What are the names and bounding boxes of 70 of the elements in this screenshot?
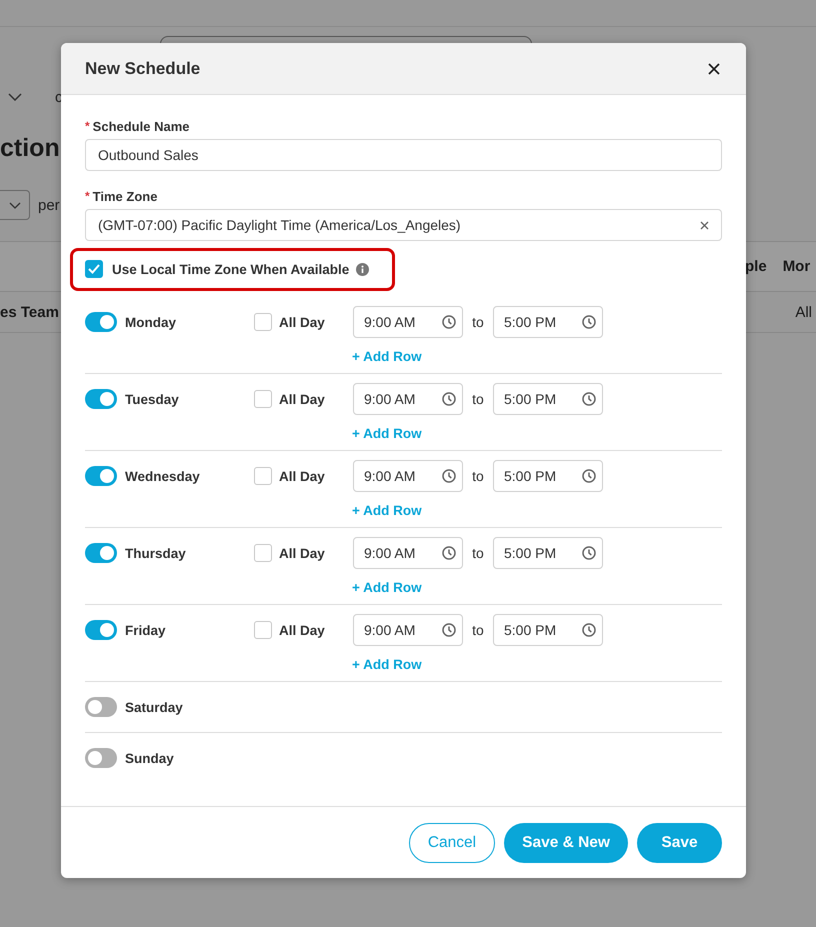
filter-text: per: [38, 196, 60, 214]
time-field[interactable]: 9:00 AM: [353, 537, 463, 569]
toggle-switch[interactable]: [85, 466, 117, 486]
checkbox[interactable]: [254, 467, 272, 485]
separator-text: to: [471, 391, 485, 407]
column-header: ple: [745, 258, 767, 275]
toggle-switch[interactable]: [85, 620, 117, 640]
checkbox[interactable]: [85, 260, 103, 278]
clock-icon: [442, 469, 456, 483]
checkbox-label: Use Local Time Zone When Available: [112, 262, 350, 276]
column-header: Mor: [782, 258, 810, 275]
separator-text: to: [471, 622, 485, 638]
time-field[interactable]: 5:00 PM: [493, 537, 603, 569]
time-field[interactable]: 9:00 AM: [353, 614, 463, 646]
toggle-switch[interactable]: [85, 697, 117, 717]
checkbox[interactable]: [254, 390, 272, 408]
separator-text: to: [471, 468, 485, 484]
clock-icon: [582, 315, 596, 329]
clock-icon: [442, 546, 456, 560]
checkbox-label: All Day: [279, 546, 326, 560]
field-label: Schedule Name: [92, 118, 190, 134]
toggle-switch[interactable]: [85, 748, 117, 768]
clock-icon: [442, 315, 456, 329]
info-icon[interactable]: [356, 262, 370, 276]
checkbox-label: All Day: [279, 468, 326, 484]
chevron-down-icon[interactable]: [8, 93, 22, 101]
day-label: Friday: [125, 622, 167, 638]
clock-icon: [582, 546, 596, 560]
time-field[interactable]: 9:00 AM: [353, 383, 463, 415]
time-field[interactable]: 5:00 PM: [493, 383, 603, 415]
checkbox[interactable]: [254, 544, 272, 562]
time-field[interactable]: 5:00 PM: [493, 460, 603, 492]
clock-icon: [582, 392, 596, 406]
required-mark: *: [85, 189, 90, 203]
required-mark: *: [85, 119, 90, 133]
day-label: Saturday: [125, 700, 184, 714]
input-field[interactable]: (GMT-07:00) Pacific Daylight Time (America/Los_Angeles): [85, 209, 722, 241]
day-label: Tuesday: [125, 392, 180, 406]
field-label: Time Zone: [92, 188, 158, 204]
clock-icon: [442, 623, 456, 637]
page-heading: ction: [0, 133, 60, 164]
close-icon[interactable]: [708, 62, 720, 74]
dropdown[interactable]: [0, 190, 30, 220]
time-field[interactable]: 9:00 AM: [353, 306, 463, 338]
clock-icon: [442, 392, 456, 406]
time-field[interactable]: 5:00 PM: [493, 614, 603, 646]
day-label: Sunday: [125, 750, 175, 766]
toggle-switch[interactable]: [85, 389, 117, 409]
checkbox[interactable]: [254, 621, 272, 639]
clock-icon: [582, 623, 596, 637]
checkbox-label: All Day: [279, 314, 326, 330]
time-field[interactable]: 5:00 PM: [493, 306, 603, 338]
input-field[interactable]: Outbound Sales: [85, 139, 722, 171]
dialog-title: New Schedule: [85, 58, 200, 78]
checkbox-label: All Day: [279, 622, 326, 638]
clear-icon[interactable]: [700, 220, 709, 230]
clock-icon: [582, 469, 596, 483]
time-field[interactable]: 9:00 AM: [353, 460, 463, 492]
table-cell: All: [795, 304, 812, 320]
day-label: Thursday: [125, 546, 187, 560]
day-label: Monday: [125, 314, 178, 330]
table-cell: es Team: [0, 304, 59, 320]
separator-text: to: [471, 545, 485, 561]
chevron-down-icon: [8, 202, 20, 208]
separator-text: to: [471, 314, 485, 330]
checkbox[interactable]: [254, 313, 272, 331]
checkbox-label: All Day: [279, 392, 326, 406]
day-label: Wednesday: [125, 468, 201, 484]
toggle-switch[interactable]: [85, 543, 117, 563]
toggle-switch[interactable]: [85, 312, 117, 332]
